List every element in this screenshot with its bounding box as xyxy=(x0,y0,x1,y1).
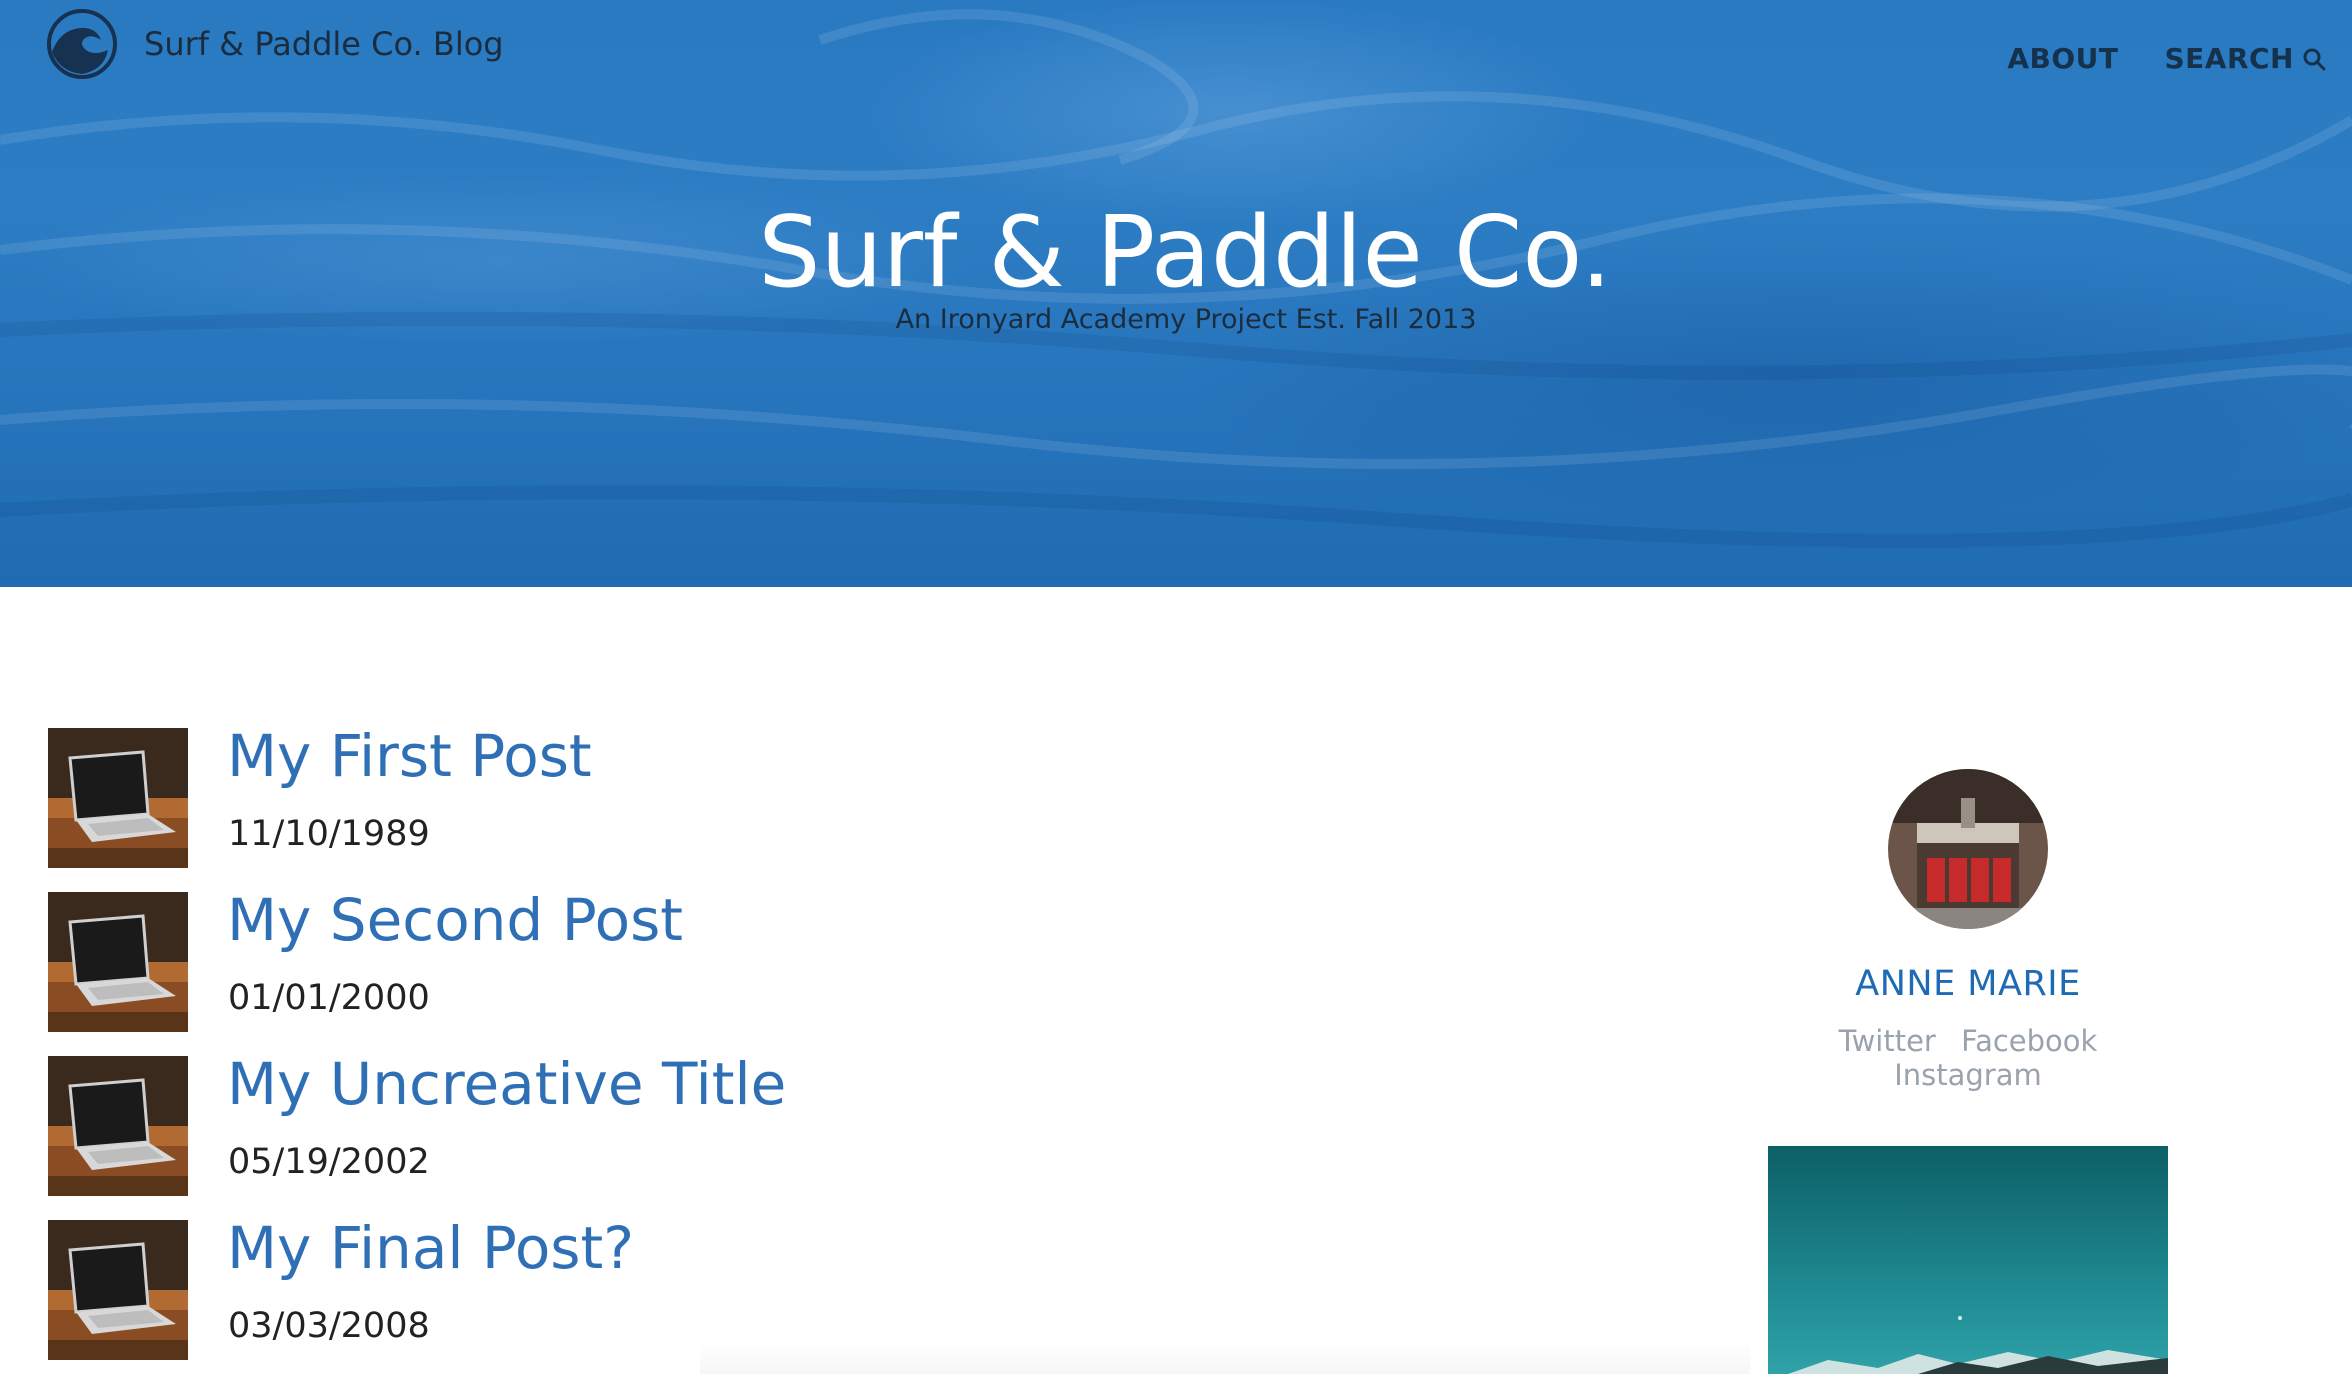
post-date: 05/19/2002 xyxy=(228,1142,430,1182)
nav-search-label: SEARCH xyxy=(2164,42,2294,75)
page-title: Surf & Paddle Co. xyxy=(758,196,1612,310)
search-icon xyxy=(2303,48,2326,70)
post-title-link[interactable]: My Second Post xyxy=(227,886,683,954)
nav-about-link[interactable]: ABOUT xyxy=(2007,42,2118,75)
post-title-link[interactable]: My Final Post? xyxy=(227,1214,634,1282)
author-name[interactable]: ANNE MARIE xyxy=(1768,964,2168,1004)
laptop-thumbnail[interactable] xyxy=(48,1056,188,1196)
avatar[interactable] xyxy=(1887,768,2049,930)
list-item: My Uncreative Title 05/19/2002 xyxy=(48,1050,1048,1196)
author-sidebar: ANNE MARIE Twitter Facebook Instagram xyxy=(1768,768,2168,1092)
lake-mountain-photo xyxy=(1768,1146,2168,1374)
main-nav: ABOUT SEARCH xyxy=(2007,42,2326,75)
laptop-thumbnail[interactable] xyxy=(48,1220,188,1360)
facebook-link[interactable]: Facebook xyxy=(1961,1024,2097,1058)
content-shadow xyxy=(700,1340,1750,1374)
brand[interactable]: Surf & Paddle Co. Blog xyxy=(46,8,504,80)
post-date: 01/01/2000 xyxy=(228,978,430,1018)
laptop-thumbnail[interactable] xyxy=(48,892,188,1032)
twitter-link[interactable]: Twitter xyxy=(1839,1024,1936,1058)
post-list: My First Post 11/10/1989 My Second Post … xyxy=(48,722,1048,1384)
hero-banner: Surf & Paddle Co. Blog ABOUT SEARCH Surf… xyxy=(0,0,2352,587)
post-title-link[interactable]: My Uncreative Title xyxy=(227,1050,786,1118)
brand-name: Surf & Paddle Co. Blog xyxy=(144,25,504,63)
sidebar-photo xyxy=(1768,1146,2168,1374)
post-date: 03/03/2008 xyxy=(228,1306,430,1346)
wave-logo-icon xyxy=(47,9,117,79)
social-links: Twitter Facebook Instagram xyxy=(1768,1024,2168,1092)
post-date: 11/10/1989 xyxy=(228,814,430,854)
list-item: My Final Post? 03/03/2008 xyxy=(48,1214,1048,1360)
post-title-link[interactable]: My First Post xyxy=(227,722,592,790)
nav-search-link[interactable]: SEARCH xyxy=(2164,42,2326,75)
page-subtitle: An Ironyard Academy Project Est. Fall 20… xyxy=(895,304,1477,335)
list-item: My First Post 11/10/1989 xyxy=(48,722,1048,868)
instagram-link[interactable]: Instagram xyxy=(1894,1058,2042,1092)
list-item: My Second Post 01/01/2000 xyxy=(48,886,1048,1032)
laptop-thumbnail[interactable] xyxy=(48,728,188,868)
